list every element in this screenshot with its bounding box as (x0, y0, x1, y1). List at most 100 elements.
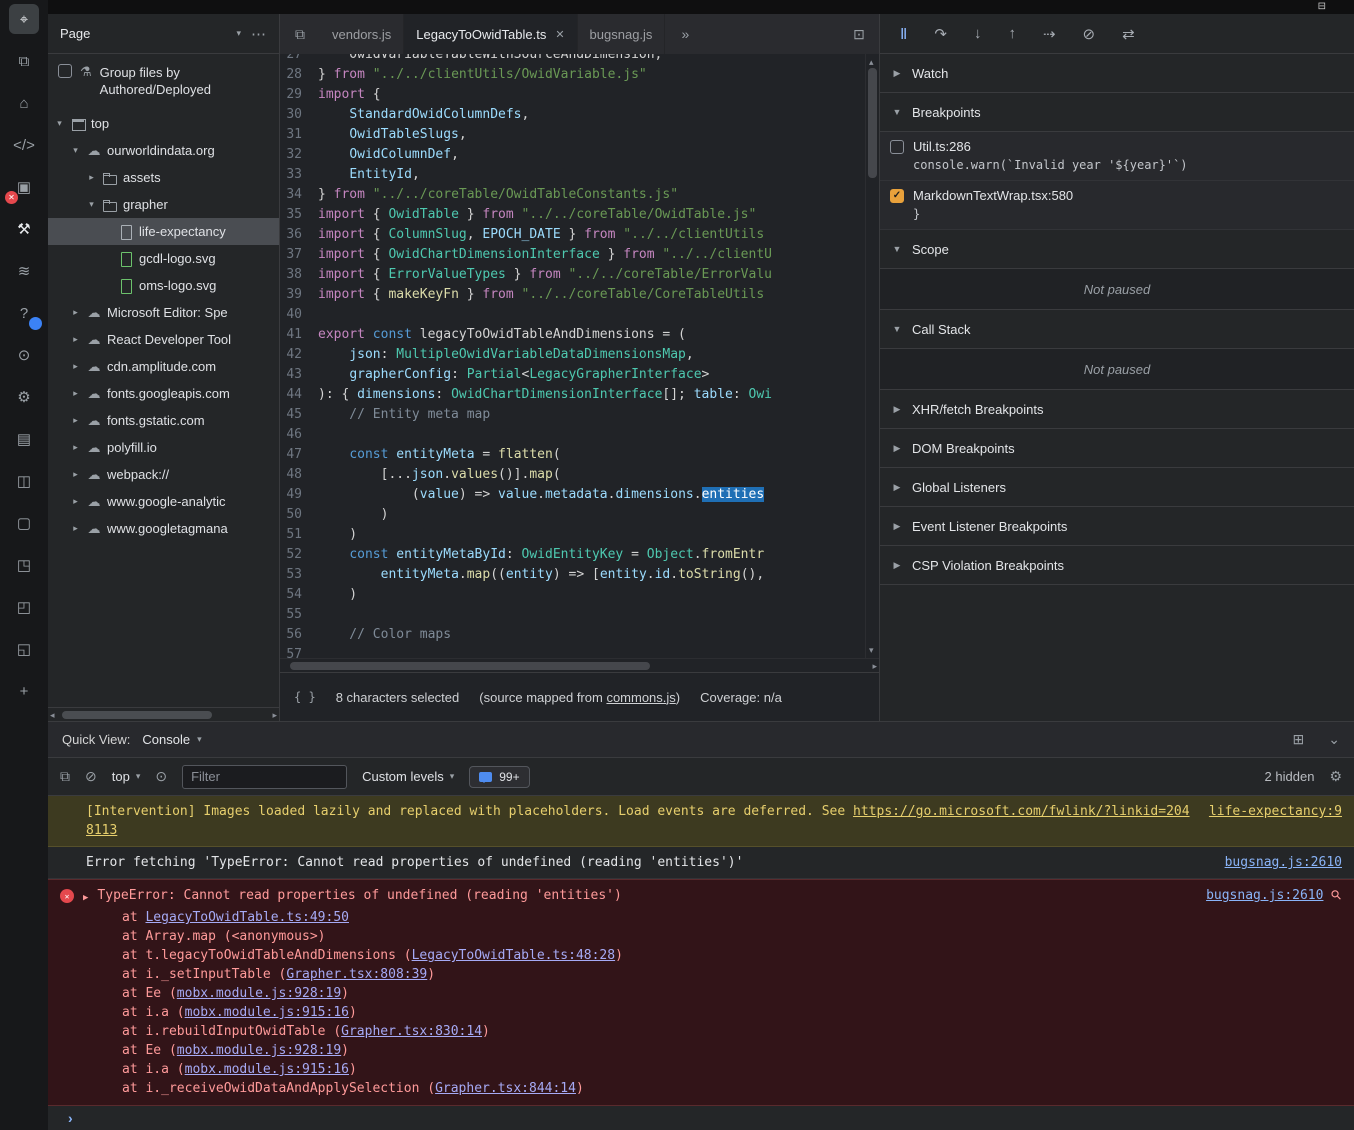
editor-hscrollbar[interactable]: ▸ (280, 658, 879, 672)
expand-triangle-icon[interactable]: ▶ (83, 889, 88, 908)
line-number[interactable]: 44 (280, 385, 318, 405)
line-number[interactable]: 36 (280, 225, 318, 245)
issues-help-icon[interactable]: ? (9, 298, 42, 330)
deactivate-breakpoints-icon[interactable]: ⊘ (1083, 25, 1096, 43)
tree-item-grapher[interactable]: ▾ grapher (48, 191, 279, 218)
navigator-hscrollbar[interactable]: ◂ ▸ (48, 707, 279, 721)
network-icon[interactable]: ≋ (9, 256, 39, 286)
commons-js-link[interactable]: commons.js (606, 690, 675, 705)
stack-frame-link[interactable]: mobx.module.js:928:19 (177, 1043, 341, 1058)
line-number[interactable]: 29 (280, 85, 318, 105)
line-number[interactable]: 30 (280, 105, 318, 125)
line-number[interactable]: 28 (280, 65, 318, 85)
line-number[interactable]: 46 (280, 425, 318, 445)
tree-item-webpack[interactable]: ▸ ☁ webpack:// (48, 461, 279, 488)
device-emulation-icon[interactable]: ⧉ (9, 46, 39, 76)
section-csp-violation-breakpoints[interactable]: ▶ CSP Violation Breakpoints (880, 546, 1354, 585)
tree-item-top[interactable]: ▾ top (48, 110, 279, 137)
debugger-icon[interactable]: ⚒ (9, 214, 39, 244)
tree-item-react-developer-tool[interactable]: ▸ ☁ React Developer Tool (48, 326, 279, 353)
open-editor-panel-icon[interactable]: ⊡ (839, 14, 879, 54)
more-tools-add-icon[interactable]: + (9, 676, 39, 706)
console-settings-icon[interactable]: ⚙ (1329, 768, 1342, 785)
line-number[interactable]: 37 (280, 245, 318, 265)
stack-frame-link[interactable]: mobx.module.js:915:16 (185, 1005, 349, 1020)
console-prompt[interactable]: › (48, 1106, 1354, 1130)
tree-item-gcdl-logo-svg[interactable]: gcdl-logo.svg (48, 245, 279, 272)
group-files-toggle[interactable]: ⚗ Group files by Authored/Deployed (48, 54, 279, 106)
pause-icon[interactable]: Ⅱ (900, 25, 907, 43)
scroll-thumb[interactable] (868, 68, 877, 178)
scroll-down-icon[interactable]: ▾ (869, 643, 874, 657)
line-number[interactable]: 34 (280, 185, 318, 205)
step-over-icon[interactable]: ↷ (934, 25, 947, 43)
tree-item-oms-logo-svg[interactable]: oms-logo.svg (48, 272, 279, 299)
line-number[interactable]: 45 (280, 405, 318, 425)
issues-counter-button[interactable]: 99+ (469, 765, 530, 788)
line-number[interactable]: 38 (280, 265, 318, 285)
stack-frame-link[interactable]: Grapher.tsx:844:14 (435, 1081, 576, 1096)
clear-console-icon[interactable]: ⊘ (85, 768, 97, 785)
more-options-icon[interactable]: ⋯ (251, 25, 267, 43)
step-out-icon[interactable]: ↑ (1008, 25, 1016, 42)
scroll-left-icon[interactable]: ◂ (50, 708, 55, 722)
line-number[interactable]: 48 (280, 465, 318, 485)
log-levels-dropdown[interactable]: Custom levels ▾ (362, 769, 454, 784)
tree-item-www-google-analytic[interactable]: ▸ ☁ www.google-analytic (48, 488, 279, 515)
tree-item-fonts-googleapis-com[interactable]: ▸ ☁ fonts.googleapis.com (48, 380, 279, 407)
line-number[interactable]: 33 (280, 165, 318, 185)
log-source-link[interactable]: bugsnag.js:2610 (1225, 853, 1342, 872)
live-expression-eye-icon[interactable]: ⊙ (155, 768, 167, 785)
inspect-element-icon[interactable]: ⌖ (9, 4, 39, 34)
dock-window-icon[interactable]: ⊟ (1318, 2, 1326, 12)
line-number[interactable]: 57 (280, 645, 318, 658)
line-number[interactable]: 51 (280, 525, 318, 545)
more-tabs-icon[interactable]: » (665, 14, 705, 54)
section-xhr-fetch-breakpoints[interactable]: ▶ XHR/fetch Breakpoints (880, 390, 1354, 429)
package-icon[interactable]: ◳ (9, 550, 39, 580)
page-dropdown[interactable]: Page ▾ (60, 26, 241, 41)
pause-on-exceptions-icon[interactable]: ⇄ (1122, 25, 1135, 43)
stack-frame-link[interactable]: mobx.module.js:915:16 (185, 1062, 349, 1077)
line-number[interactable]: 53 (280, 565, 318, 585)
welcome-home-icon[interactable]: ⌂ (9, 88, 39, 118)
pretty-print-icon[interactable]: { } (294, 690, 316, 704)
tab-legacytoowidtable-ts[interactable]: LegacyToOwidTable.ts ✕ (404, 14, 578, 54)
tab-bugsnag-js[interactable]: bugsnag.js (578, 14, 666, 54)
tree-item-ourworldindata-org[interactable]: ▾ ☁ ourworldindata.org (48, 137, 279, 164)
line-number[interactable]: 49 (280, 485, 318, 505)
layers-icon[interactable]: ▤ (9, 424, 39, 454)
dock-panel-icon[interactable]: ⊞ (1293, 731, 1305, 748)
step-icon[interactable]: ⇢ (1043, 25, 1056, 43)
console-sidebar-icon[interactable]: ⧉ (60, 768, 70, 785)
breakpoint-checkbox[interactable] (890, 139, 904, 154)
settings-gear-icon[interactable]: ⚙ (9, 382, 39, 412)
collapse-drawer-icon[interactable]: ⌄ (1328, 731, 1340, 748)
section-watch[interactable]: ▶ Watch (880, 54, 1354, 93)
scroll-thumb[interactable] (290, 662, 650, 670)
section-global-listeners[interactable]: ▶ Global Listeners (880, 468, 1354, 507)
line-number[interactable]: 31 (280, 125, 318, 145)
extension-a-icon[interactable]: ◰ (9, 592, 39, 622)
open-file-icon[interactable]: ⧉ (280, 14, 320, 54)
tree-item-life-expectancy[interactable]: life-expectancy (48, 218, 279, 245)
tree-item-microsoft-editor-spe[interactable]: ▸ ☁ Microsoft Editor: Spe (48, 299, 279, 326)
step-into-icon[interactable]: ↓ (974, 25, 982, 42)
line-number[interactable]: 50 (280, 505, 318, 525)
line-number[interactable]: 40 (280, 305, 318, 325)
filter-input[interactable] (182, 764, 348, 789)
line-number[interactable]: 32 (280, 145, 318, 165)
extension-b-icon[interactable]: ◱ (9, 634, 39, 664)
section-breakpoints[interactable]: ▼ Breakpoints (880, 93, 1354, 132)
breakpoint-item[interactable]: Util.ts:286 console.warn(`Invalid year '$… (880, 132, 1354, 181)
tree-item-fonts-gstatic-com[interactable]: ▸ ☁ fonts.gstatic.com (48, 407, 279, 434)
line-number[interactable]: 47 (280, 445, 318, 465)
group-files-checkbox[interactable] (58, 64, 72, 78)
quick-view-dropdown[interactable]: Console ▾ (142, 732, 201, 747)
line-number[interactable]: 55 (280, 605, 318, 625)
elements-icon[interactable]: </> (9, 130, 39, 160)
scroll-right-icon[interactable]: ▸ (272, 708, 277, 722)
warning-source-link[interactable]: life-expectancy:9 (1209, 802, 1342, 821)
line-number[interactable]: 52 (280, 545, 318, 565)
line-number[interactable]: 54 (280, 585, 318, 605)
